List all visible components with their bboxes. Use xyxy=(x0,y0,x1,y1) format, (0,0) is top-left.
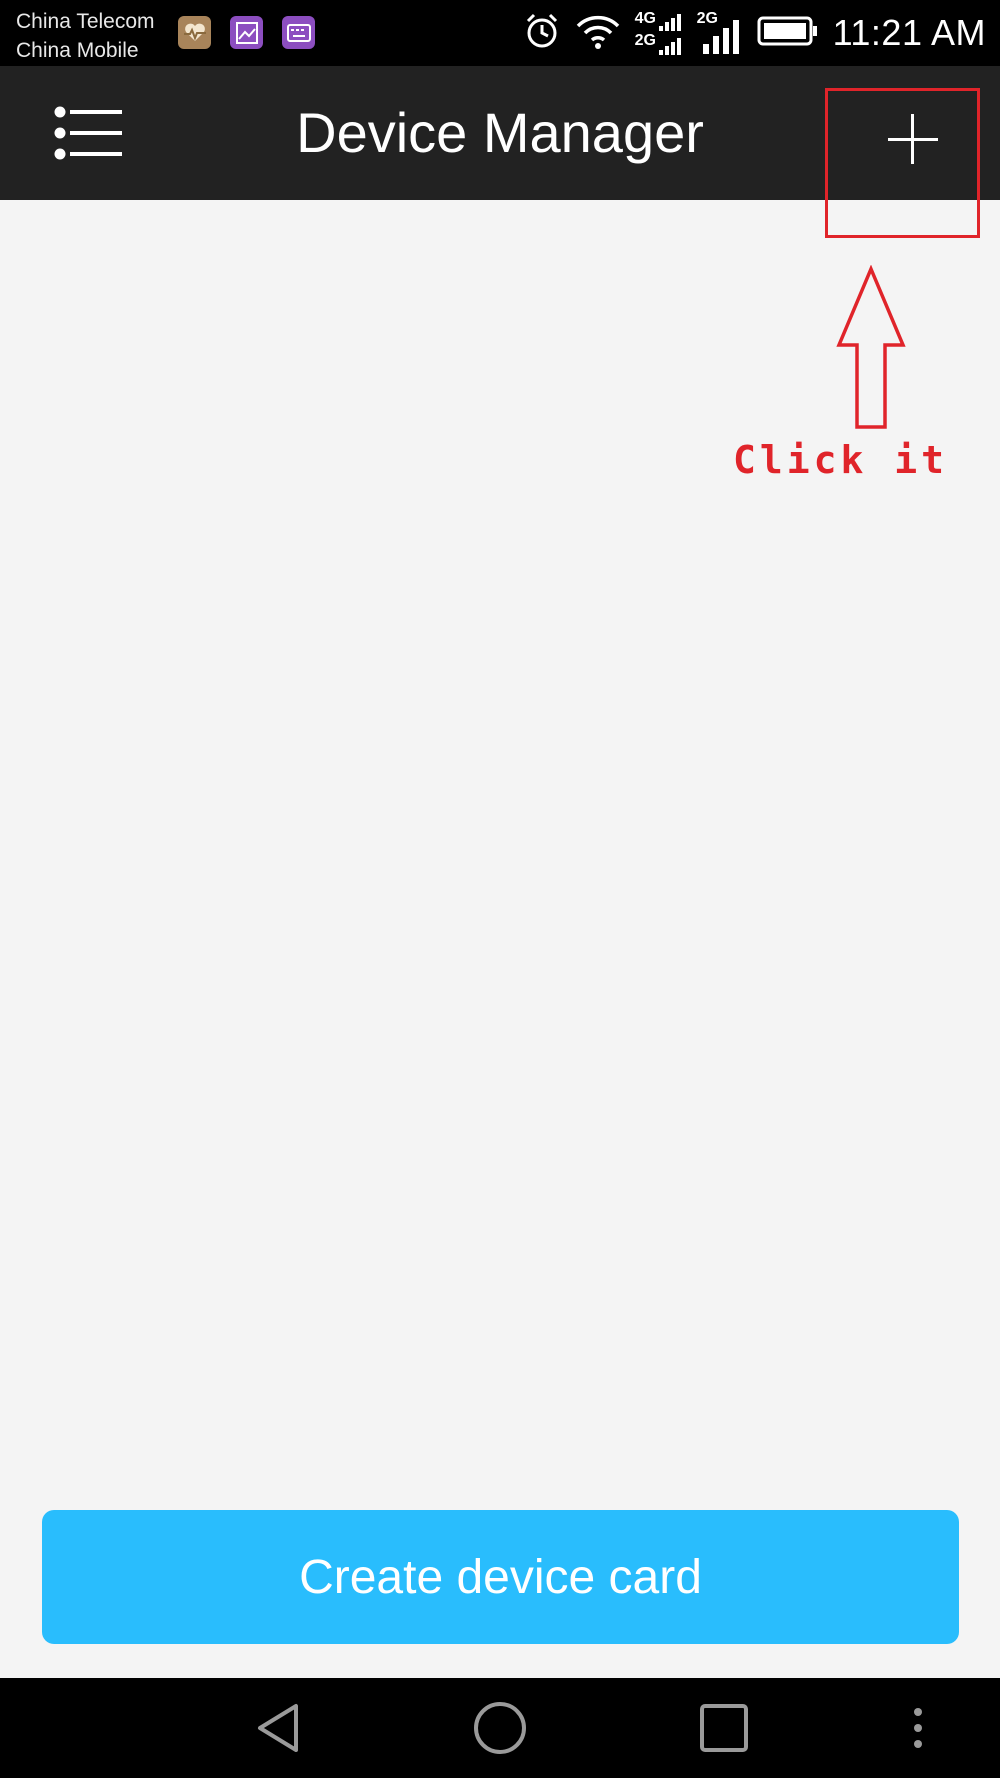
keyboard-app-icon xyxy=(282,16,315,49)
carrier-2: China Mobile xyxy=(16,39,139,62)
recents-square-icon xyxy=(700,1704,748,1752)
gallery-app-icon xyxy=(230,16,263,49)
network-label-2: 2G xyxy=(634,32,656,49)
carrier-info: China Telecom China Mobile xyxy=(16,7,155,65)
annotation-text: Click it xyxy=(733,438,949,482)
battery-icon xyxy=(757,15,819,52)
alarm-icon xyxy=(523,12,561,55)
signal-dual-icon: 4G 2G xyxy=(635,10,683,56)
more-options-button[interactable] xyxy=(900,1700,936,1756)
network-label-1: 4G xyxy=(634,10,656,27)
clock: 11:21 AM xyxy=(832,12,986,53)
status-bar: China Telecom China Mobile 4G 2G 2G 11:2… xyxy=(0,0,1000,66)
more-vertical-icon xyxy=(914,1708,922,1748)
home-button[interactable] xyxy=(472,1700,528,1756)
signal-icon: 2G xyxy=(697,10,743,56)
status-indicators: 4G 2G 2G 11:21 AM xyxy=(523,8,986,58)
annotation-highlight-box xyxy=(825,88,980,238)
annotation-arrow-up-icon xyxy=(836,265,906,429)
carrier-1: China Telecom xyxy=(16,10,155,33)
create-device-card-button[interactable]: Create device card xyxy=(42,1510,959,1644)
back-button[interactable] xyxy=(250,1700,306,1756)
notification-icons xyxy=(178,16,315,49)
back-triangle-icon xyxy=(258,1704,298,1752)
health-app-icon xyxy=(178,16,211,49)
system-nav-bar xyxy=(0,1678,1000,1778)
wifi-icon xyxy=(575,12,621,55)
home-circle-icon xyxy=(474,1702,526,1754)
recents-button[interactable] xyxy=(696,1700,752,1756)
